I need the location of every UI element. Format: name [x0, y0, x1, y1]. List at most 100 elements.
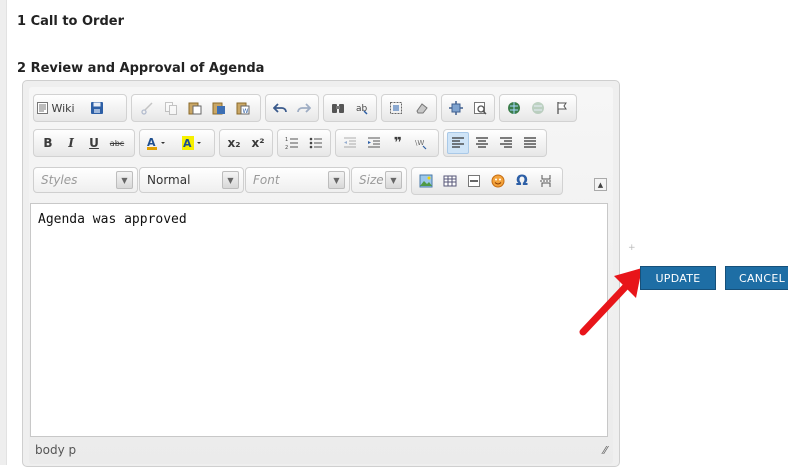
- wiki-button[interactable]: Wiki: [36, 97, 76, 119]
- toolbar-group-basic-styles: B I U abc: [33, 129, 135, 157]
- styles-dropdown-value: Styles: [41, 173, 78, 187]
- update-button[interactable]: UPDATE: [640, 266, 716, 290]
- horizontal-rule-button[interactable]: [463, 170, 485, 192]
- horizontal-rule-icon: [468, 175, 480, 187]
- superscript-icon: x²: [251, 136, 265, 150]
- toolbar-group-view: [441, 94, 495, 122]
- element-path[interactable]: body p: [35, 443, 76, 457]
- svg-text:W: W: [243, 108, 249, 115]
- page-break-icon: [540, 175, 552, 187]
- paste-button[interactable]: [184, 97, 206, 119]
- agenda-item-heading: 1 Call to Order: [17, 14, 124, 29]
- toolbar-group-links: [499, 94, 577, 122]
- align-left-button[interactable]: [447, 132, 469, 154]
- strike-button[interactable]: abc: [106, 132, 128, 154]
- special-char-button[interactable]: Ω: [511, 170, 533, 192]
- table-button[interactable]: [439, 170, 461, 192]
- image-icon: [419, 174, 433, 188]
- replace-button[interactable]: ab: [351, 97, 373, 119]
- paste-word-button[interactable]: W: [232, 97, 254, 119]
- smiley-button[interactable]: [487, 170, 509, 192]
- text-color-button[interactable]: A: [143, 132, 175, 154]
- numbered-list-icon: 12: [285, 137, 298, 150]
- blockquote-button[interactable]: ❞: [387, 132, 409, 154]
- chevron-down-icon: ▼: [116, 171, 133, 189]
- bold-button[interactable]: B: [37, 132, 59, 154]
- image-button[interactable]: [415, 170, 437, 192]
- underline-button[interactable]: U: [83, 132, 105, 154]
- indent-button[interactable]: [363, 132, 385, 154]
- svg-text:A: A: [183, 137, 192, 150]
- format-dropdown[interactable]: Normal ▼: [139, 167, 244, 193]
- select-all-button[interactable]: [385, 97, 407, 119]
- cancel-button[interactable]: CANCEL: [725, 266, 788, 290]
- outdent-icon: [344, 137, 356, 148]
- maximize-button[interactable]: [445, 97, 467, 119]
- anchor-button[interactable]: [551, 97, 573, 119]
- chevron-down-icon: ▼: [222, 171, 239, 189]
- editor-content-text[interactable]: Agenda was approved: [38, 212, 187, 227]
- source-button[interactable]: \W: [411, 132, 433, 154]
- superscript-button[interactable]: x²: [247, 132, 269, 154]
- toolbar-group-blocks: ❞ \W: [335, 129, 439, 157]
- cut-button[interactable]: [136, 97, 158, 119]
- arrow-icon: [579, 268, 642, 336]
- text-color-icon: A: [147, 136, 165, 150]
- remove-format-button[interactable]: [410, 97, 432, 119]
- resize-handle-icon[interactable]: ⁄⁄: [603, 444, 607, 457]
- paste-word-icon: W: [236, 102, 250, 115]
- size-dropdown-value: Size: [359, 173, 384, 187]
- copy-button[interactable]: [160, 97, 182, 119]
- toolbar-group-select: [381, 94, 437, 122]
- bullet-list-button[interactable]: [305, 132, 327, 154]
- italic-button[interactable]: I: [60, 132, 82, 154]
- font-dropdown[interactable]: Font ▼: [245, 167, 350, 193]
- collapse-toolbar-button[interactable]: ▲: [594, 178, 607, 191]
- link-button[interactable]: [503, 97, 525, 119]
- bold-icon: B: [43, 136, 53, 150]
- paste-text-icon: [212, 102, 225, 115]
- numbered-list-button[interactable]: 12: [281, 132, 303, 154]
- page-break-button[interactable]: [535, 170, 557, 192]
- wiki-button-label: Wiki: [51, 101, 75, 115]
- preview-icon: [474, 102, 487, 115]
- outdent-button[interactable]: [339, 132, 361, 154]
- undo-button[interactable]: [269, 97, 291, 119]
- toolbar-group-clipboard: W: [131, 94, 261, 122]
- align-left-icon: [452, 137, 464, 148]
- wiki-icon: [37, 102, 49, 114]
- font-dropdown-value: Font: [253, 173, 280, 187]
- toolbar-group-document: Wiki: [33, 94, 127, 122]
- rich-text-editor: Wiki W ab B I U abc A A x₂ x² 1 2 ❞ \W S…: [22, 80, 620, 467]
- styles-dropdown[interactable]: Styles ▼: [33, 167, 138, 193]
- redo-icon: [297, 103, 311, 113]
- table-icon: [443, 175, 457, 187]
- underline-icon: U: [89, 136, 99, 150]
- find-button[interactable]: [327, 97, 349, 119]
- bg-color-button[interactable]: A: [179, 132, 211, 154]
- anchor-icon: [557, 102, 567, 114]
- save-button[interactable]: [86, 97, 108, 119]
- size-dropdown[interactable]: Size ▼: [351, 167, 407, 193]
- cut-icon: [141, 102, 153, 115]
- preview-button[interactable]: [469, 97, 491, 119]
- toolbar-group-colors: A A: [139, 129, 215, 157]
- undo-icon: [273, 103, 287, 113]
- format-dropdown-value: Normal: [147, 173, 191, 187]
- unlink-icon: [532, 102, 544, 114]
- remove-format-icon: [416, 103, 428, 114]
- justify-button[interactable]: [519, 132, 541, 154]
- align-center-button[interactable]: [471, 132, 493, 154]
- special-char-icon: Ω: [516, 173, 528, 189]
- redo-button[interactable]: [293, 97, 315, 119]
- align-right-button[interactable]: [495, 132, 517, 154]
- subscript-icon: x₂: [227, 136, 241, 150]
- paste-text-button[interactable]: [208, 97, 230, 119]
- red-arrow-annotation: [578, 258, 648, 338]
- editor-content-area[interactable]: Agenda was approved: [30, 203, 608, 437]
- select-all-icon: [390, 102, 402, 114]
- unlink-button[interactable]: [527, 97, 549, 119]
- subscript-button[interactable]: x₂: [223, 132, 245, 154]
- find-icon: [332, 104, 344, 113]
- svg-text:1: 1: [285, 137, 288, 143]
